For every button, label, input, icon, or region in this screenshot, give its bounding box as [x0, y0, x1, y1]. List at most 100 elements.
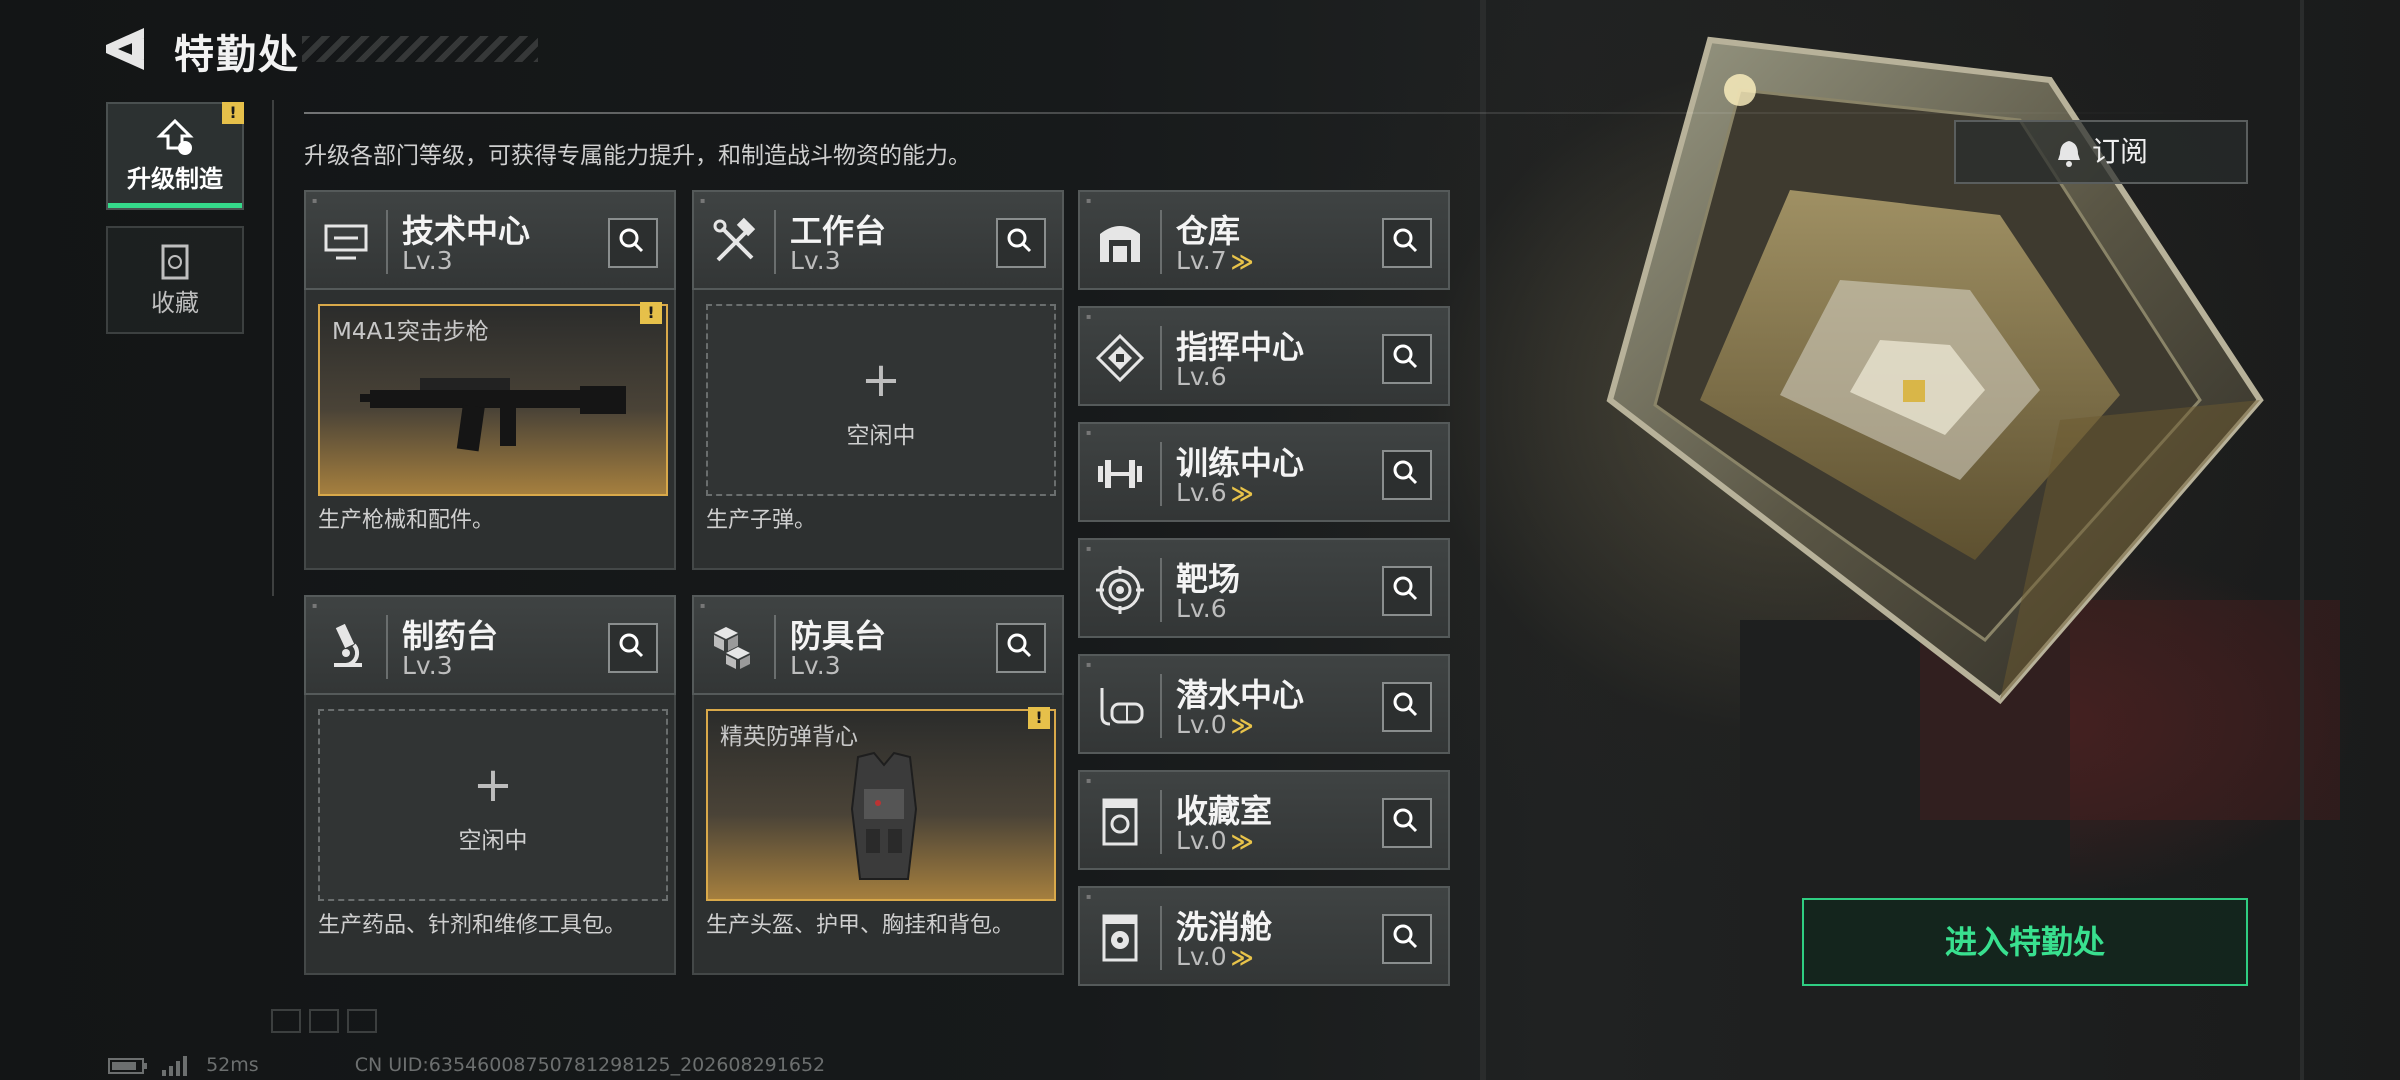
- magnifier-icon: [1393, 228, 1418, 253]
- armor-cubes-icon: [714, 627, 750, 669]
- target-icon: [1096, 566, 1144, 614]
- department-row-collection-room[interactable]: ▪ 收藏室 Lv.0 ≫: [1078, 770, 1450, 870]
- production-description: 生产子弹。: [706, 508, 817, 533]
- search-button[interactable]: [996, 623, 1046, 673]
- department-level: Lv.6 ≫: [1176, 478, 1254, 507]
- card-body-workbench: + 空闲中 生产子弹。: [692, 290, 1064, 570]
- upgrade-arrow-icon: ≫: [1230, 830, 1254, 855]
- card-header-tech-center[interactable]: ▪ 技术中心 Lv.3: [304, 190, 676, 290]
- department-level: Lv.3: [402, 246, 453, 275]
- department-row-training-center[interactable]: ▪ 训练中心 Lv.6 ≫: [1078, 422, 1450, 522]
- production-description: 生产药品、针剂和维修工具包。: [318, 913, 627, 938]
- ping-value: 52ms: [206, 1054, 259, 1076]
- department-level: Lv.0 ≫: [1176, 710, 1254, 739]
- magnifier-icon: [1007, 633, 1032, 658]
- computer-icon: [324, 224, 368, 260]
- page-title: 特勤处: [174, 32, 300, 78]
- production-description: 生产枪械和配件。: [318, 508, 495, 533]
- add-icon: +: [472, 757, 514, 813]
- nav-tab-upgrade-craft[interactable]: 升级制造 !: [106, 102, 244, 210]
- department-level: Lv.3: [790, 651, 841, 680]
- magnifier-icon: [1393, 460, 1418, 485]
- department-row-command-center[interactable]: ▪ 指挥中心 Lv.6: [1078, 306, 1450, 406]
- nav-label: 收藏: [151, 289, 199, 317]
- card-header-armor-bench[interactable]: ▪ 防具台 Lv.3: [692, 595, 1064, 695]
- decontamination-icon: [1102, 914, 1138, 962]
- idle-label: 空闲中: [458, 828, 528, 854]
- card-body-armor-bench: 精英防弹背心 ! 生产头盔、护甲、胸挂和背包。: [692, 695, 1064, 975]
- card-body-pharmacy: + 空闲中 生产药品、针剂和维修工具包。: [304, 695, 676, 975]
- pattern-decoration: [271, 1009, 377, 1033]
- status-footer: 52ms CN UID:63546008750781298125_2026082…: [108, 1054, 825, 1076]
- divider: [304, 112, 2204, 114]
- divider: [272, 100, 274, 596]
- microscope-icon: [334, 623, 362, 667]
- enter-headquarters-button[interactable]: 进入特勤处: [1802, 898, 2248, 986]
- search-button[interactable]: [1382, 914, 1432, 964]
- search-button[interactable]: [1382, 218, 1432, 268]
- alert-badge: !: [640, 302, 662, 324]
- user-uid: CN UID:63546008750781298125_202608291652: [354, 1054, 826, 1076]
- department-row-decontamination-pod[interactable]: ▪ 洗消舱 Lv.0 ≫: [1078, 886, 1450, 986]
- magnifier-icon: [1393, 692, 1418, 717]
- search-button[interactable]: [1382, 682, 1432, 732]
- magnifier-icon: [1393, 344, 1418, 369]
- upgrade-craft-icon: [156, 118, 194, 155]
- command-center-icon: [1095, 333, 1145, 383]
- card-corner-mark: ▪: [700, 601, 706, 610]
- page-description: 升级各部门等级，可获得专属能力提升，和制造战斗物资的能力。: [304, 143, 971, 169]
- magnifier-icon: [1393, 576, 1418, 601]
- production-description: 生产头盔、护甲、胸挂和背包。: [706, 913, 1015, 938]
- card-corner-mark: ▪: [312, 196, 318, 205]
- battery-icon: [108, 1057, 147, 1074]
- production-slot-empty[interactable]: + 空闲中: [706, 304, 1056, 496]
- idle-label: 空闲中: [846, 423, 916, 449]
- search-button[interactable]: [996, 218, 1046, 268]
- search-button[interactable]: [608, 218, 658, 268]
- magnifier-icon: [1007, 228, 1032, 253]
- item-name: M4A1突击步枪: [332, 319, 489, 345]
- department-level: Lv.7 ≫: [1176, 246, 1254, 275]
- alert-badge: !: [1028, 707, 1050, 729]
- back-arrow-icon[interactable]: [104, 26, 146, 72]
- department-level: Lv.0 ≫: [1176, 826, 1254, 855]
- collection-cabinet-icon: [1102, 798, 1138, 846]
- search-button[interactable]: [1382, 334, 1432, 384]
- title-decoration: [302, 36, 538, 62]
- diving-mask-icon: [1100, 688, 1144, 726]
- production-slot-filled[interactable]: M4A1突击步枪: [318, 304, 668, 496]
- search-button[interactable]: [1382, 450, 1432, 500]
- upgrade-arrow-icon: ≫: [1230, 482, 1254, 507]
- upgrade-arrow-icon: ≫: [1230, 250, 1254, 275]
- magnifier-icon: [1393, 808, 1418, 833]
- bell-icon: [2057, 141, 2080, 167]
- warehouse-icon: [1100, 226, 1140, 262]
- department-level: Lv.6: [1176, 362, 1227, 391]
- card-header-workbench[interactable]: ▪ 工作台 Lv.3: [692, 190, 1064, 290]
- department-row-shooting-range[interactable]: ▪ 靶场 Lv.6: [1078, 538, 1450, 638]
- department-level: Lv.3: [402, 651, 453, 680]
- department-row-warehouse[interactable]: ▪ 仓库 Lv.7 ≫: [1078, 190, 1450, 290]
- search-button[interactable]: [1382, 566, 1432, 616]
- subscribe-label: 订阅: [2091, 135, 2148, 168]
- search-button[interactable]: [1382, 798, 1432, 848]
- magnifier-icon: [619, 633, 644, 658]
- alert-badge: !: [222, 102, 244, 124]
- subscribe-button[interactable]: 订阅: [1954, 120, 2248, 184]
- department-level: Lv.0 ≫: [1176, 942, 1254, 971]
- collection-cabinet-icon: [161, 244, 189, 280]
- card-header-pharmacy[interactable]: ▪ 制药台 Lv.3: [304, 595, 676, 695]
- magnifier-icon: [619, 228, 644, 253]
- hammer-wrench-icon: [713, 217, 756, 262]
- production-slot-filled[interactable]: 精英防弹背心: [706, 709, 1056, 901]
- department-row-diving-center[interactable]: ▪ 潜水中心 Lv.0 ≫: [1078, 654, 1450, 754]
- add-icon: +: [860, 352, 902, 408]
- nav-tab-collection[interactable]: 收藏: [106, 226, 244, 334]
- search-button[interactable]: [608, 623, 658, 673]
- dumbbell-icon: [1098, 460, 1142, 488]
- item-name: 精英防弹背心: [720, 724, 858, 750]
- production-slot-empty[interactable]: + 空闲中: [318, 709, 668, 901]
- vest-image: [850, 751, 918, 880]
- signal-icon: [162, 1055, 188, 1076]
- upgrade-arrow-icon: ≫: [1230, 714, 1254, 739]
